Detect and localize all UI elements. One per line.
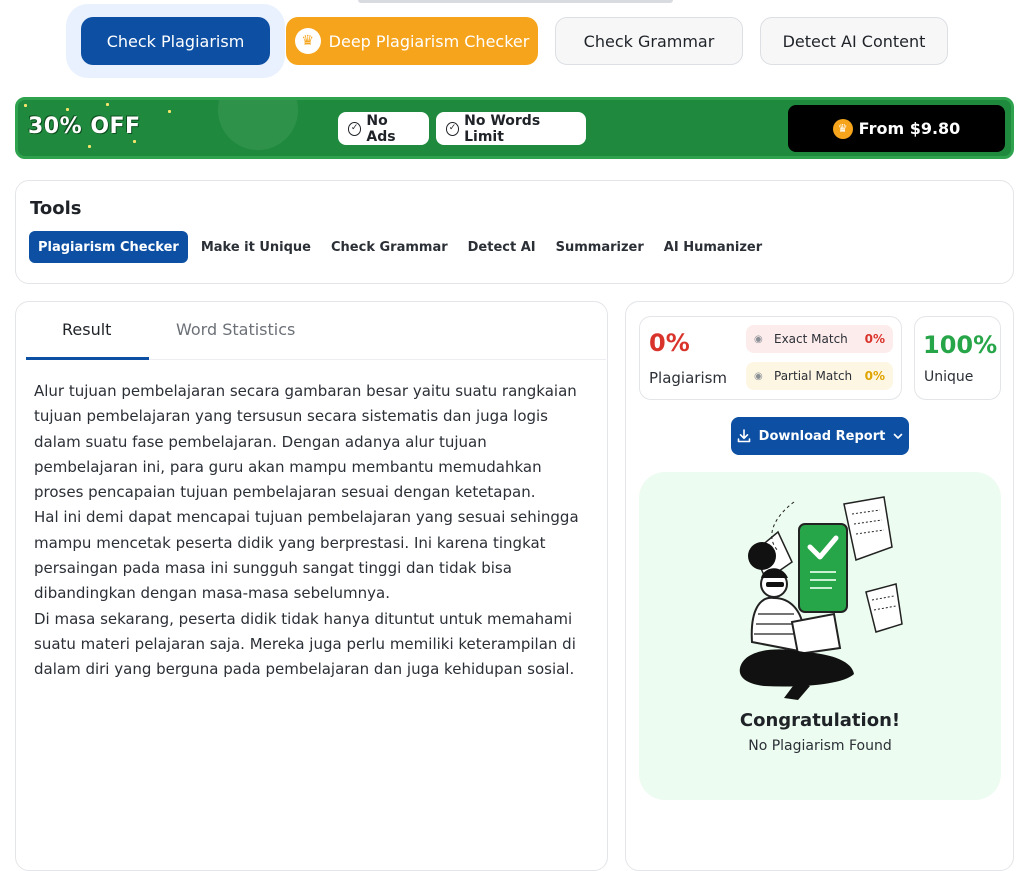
tools-card: Tools Plagiarism Checker Make it Unique …	[15, 180, 1014, 284]
pricing-button[interactable]: ♛ From $9.80	[788, 105, 1005, 152]
check-grammar-label: Check Grammar	[583, 31, 715, 51]
plagiarism-label: Plagiarism	[649, 369, 728, 387]
tool-ai-humanizer[interactable]: AI Humanizer	[654, 231, 772, 263]
tool-make-it-unique[interactable]: Make it Unique	[191, 231, 321, 263]
exact-match-badge: ◉ Exact Match 0%	[746, 325, 893, 353]
eye-icon: ◉	[754, 333, 763, 345]
tab-word-statistics[interactable]: Word Statistics	[176, 320, 295, 339]
discount-label: 30% OFF	[28, 114, 141, 139]
crown-icon: ♛	[294, 28, 321, 54]
deep-checker-label: Deep Plagiarism Checker	[328, 31, 530, 51]
deep-plagiarism-checker-button[interactable]: ♛ Deep Plagiarism Checker	[286, 17, 538, 65]
download-icon	[737, 429, 750, 443]
mode-bar: Check Plagiarism ♛ Deep Plagiarism Check…	[0, 0, 1024, 90]
confetti	[24, 104, 27, 107]
congratulation-card: Congratulation! No Plagiarism Found	[639, 472, 1001, 800]
partial-match-badge: ◉ Partial Match 0%	[746, 362, 893, 390]
tab-result[interactable]: Result	[62, 320, 111, 339]
tools-title: Tools	[30, 198, 82, 219]
crown-icon: ♛	[832, 118, 853, 139]
detect-ai-label: Detect AI Content	[782, 31, 926, 51]
exact-match-label: Exact Match	[774, 332, 848, 346]
no-ads-badge: ✓ No Ads	[338, 112, 429, 145]
check-circle-icon: ✓	[446, 121, 460, 136]
paragraph: Di masa sekarang, peserta didik tidak ha…	[34, 609, 576, 679]
eye-icon: ◉	[754, 370, 763, 382]
partial-match-label: Partial Match	[774, 369, 853, 383]
partial-match-value: 0%	[864, 369, 885, 383]
congratulation-subtitle: No Plagiarism Found	[748, 738, 892, 754]
plagiarism-score-card: 0% Plagiarism ◉ Exact Match 0% ◉ Partial…	[639, 316, 902, 400]
congratulation-title: Congratulation!	[739, 710, 901, 731]
unique-label: Unique	[924, 369, 974, 385]
exact-match-value: 0%	[864, 332, 885, 346]
result-panel: Result Word Statistics Alur tujuan pembe…	[15, 301, 608, 871]
no-ads-label: No Ads	[366, 112, 396, 145]
unique-score-card: 100% Unique	[914, 316, 1001, 400]
chevron-down-icon	[894, 433, 903, 439]
unique-percentage: 100%	[923, 331, 998, 359]
check-grammar-button[interactable]: Check Grammar	[555, 17, 743, 65]
check-circle-icon: ✓	[348, 121, 362, 136]
check-plagiarism-label: Check Plagiarism	[106, 31, 245, 51]
active-tab-indicator	[26, 357, 149, 360]
tool-detect-ai[interactable]: Detect AI	[458, 231, 546, 263]
download-report-label: Download Report	[758, 428, 886, 444]
no-words-limit-label: No Words Limit	[464, 112, 541, 145]
paragraph: Hal ini demi dapat mencapai tujuan pembe…	[34, 508, 579, 603]
confetti	[168, 110, 171, 113]
no-plagiarism-illustration	[739, 496, 903, 700]
plagiarism-percentage: 0%	[649, 329, 690, 357]
result-tabs: Result Word Statistics	[26, 302, 606, 360]
confetti	[88, 145, 91, 148]
tool-summarizer[interactable]: Summarizer	[546, 231, 654, 263]
tools-list: Plagiarism Checker Make it Unique Check …	[29, 231, 772, 263]
result-text: Alur tujuan pembelajaran secara gambaran…	[34, 379, 594, 683]
tool-check-grammar[interactable]: Check Grammar	[321, 231, 458, 263]
confetti	[66, 108, 69, 111]
download-report-button[interactable]: Download Report	[731, 417, 909, 455]
decorative-circle	[218, 100, 298, 150]
promo-banner[interactable]: 30% OFF ✓ No Ads ✓ No Words Limit ♛ From…	[15, 97, 1014, 159]
confetti	[133, 140, 136, 143]
price-label: From $9.80	[858, 119, 961, 138]
check-plagiarism-button[interactable]: Check Plagiarism	[81, 17, 270, 65]
no-words-limit-badge: ✓ No Words Limit	[436, 112, 586, 145]
detect-ai-content-button[interactable]: Detect AI Content	[760, 17, 948, 65]
tool-plagiarism-checker[interactable]: Plagiarism Checker	[29, 231, 188, 263]
paragraph: Alur tujuan pembelajaran secara gambaran…	[34, 382, 577, 502]
confetti	[106, 103, 109, 106]
score-panel: 0% Plagiarism ◉ Exact Match 0% ◉ Partial…	[625, 301, 1014, 871]
